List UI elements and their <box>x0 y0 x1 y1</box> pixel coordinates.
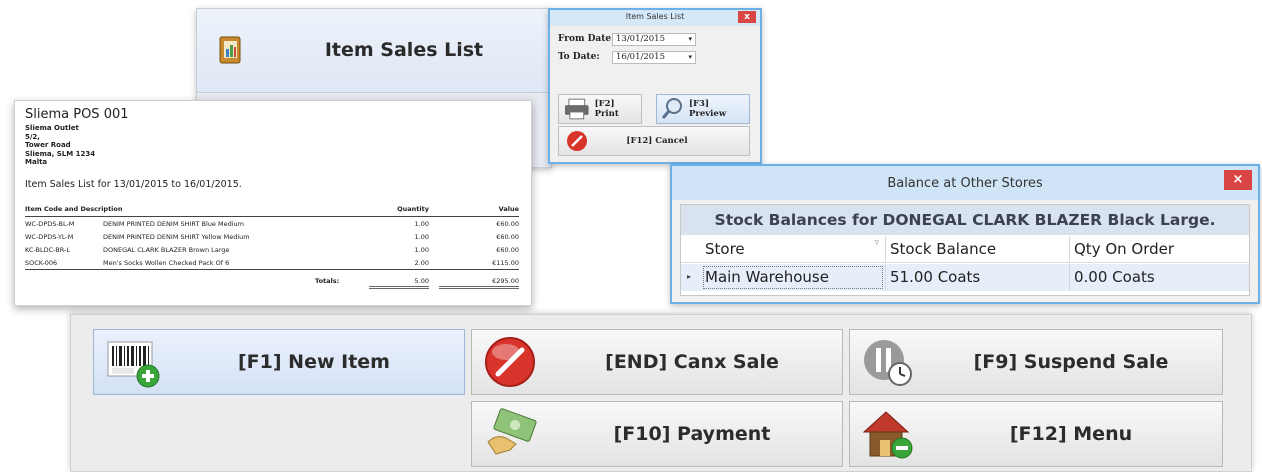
cell-on-order[interactable]: 0.00 Coats <box>1069 264 1251 291</box>
report-row: KC-BLDC-BR-L DONEGAL CLARK BLAZER Brown … <box>25 243 519 256</box>
suspend-sale-label: [F9] Suspend Sale <box>973 351 1169 373</box>
item-value: €60.00 <box>496 245 519 254</box>
item-value: €60.00 <box>496 219 519 228</box>
canx-sale-label: [END] Canx Sale <box>605 351 779 373</box>
col-value-header: Value <box>429 205 519 217</box>
suspend-sale-button[interactable]: [F9] Suspend Sale <box>849 329 1223 395</box>
canx-sale-button[interactable]: [END] Canx Sale <box>471 329 843 395</box>
print-button[interactable]: [F2] Print <box>558 94 642 124</box>
total-quantity: 5.00 <box>369 277 429 289</box>
filter-icon[interactable]: ▿ <box>874 230 879 257</box>
new-item-label: [F1] New Item <box>238 351 390 373</box>
dialog-close-button[interactable]: x <box>738 11 756 23</box>
print-label: [F2] Print <box>594 99 619 119</box>
item-qty: 2.00 <box>414 258 429 267</box>
item-sales-header[interactable]: Item Sales List <box>197 9 551 93</box>
balance-window: Balance at Other Stores × Stock Balances… <box>670 164 1260 304</box>
item-value: €115.00 <box>492 258 519 267</box>
from-date-label: From Date: <box>558 34 615 44</box>
to-date-label: To Date: <box>558 52 600 62</box>
balance-close-button[interactable]: × <box>1224 170 1252 190</box>
total-value: €295.00 <box>439 277 519 289</box>
sales-report: Sliema POS 001 Sliema Outlet 5/2, Tower … <box>14 100 532 306</box>
item-code: SOCK-006 <box>25 258 58 267</box>
item-code: KC-BLDC-BR-L <box>25 245 70 254</box>
from-date-value: 13/01/2015 <box>616 34 665 44</box>
report-address: Sliema Outlet 5/2, Tower Road Sliema, SL… <box>25 124 521 167</box>
item-value: €60.00 <box>496 232 519 241</box>
item-code: WC-DPDS-BL-M <box>25 219 75 228</box>
magnifier-icon <box>661 98 682 119</box>
report-heading: Item Sales List for 13/01/2015 to 16/01/… <box>25 178 242 190</box>
report-row: SOCK-006 Men's Socks Wollen Checked Pack… <box>25 256 519 270</box>
address-line: Sliema Outlet <box>25 124 79 132</box>
item-qty: 1.00 <box>414 245 429 254</box>
home-icon <box>862 411 913 459</box>
to-date-field[interactable]: 16/01/2015 ▾ <box>612 51 696 64</box>
report-row: WC-DPDS-YL-M DENIM PRINTED DENIM SHIRT Y… <box>25 230 519 243</box>
chevron-down-icon[interactable]: ▾ <box>688 52 692 63</box>
new-item-button[interactable]: [F1] New Item <box>93 329 465 395</box>
balance-caption: Stock Balances for DONEGAL CLARK BLAZER … <box>681 205 1249 235</box>
balance-grid: Stock Balances for DONEGAL CLARK BLAZER … <box>680 204 1250 296</box>
preview-button[interactable]: [F3] Preview <box>656 94 750 124</box>
barcode-add-icon <box>107 341 160 388</box>
address-line: Sliema, SLM 1234 <box>25 149 96 158</box>
item-code: WC-DPDS-YL-M <box>25 232 74 241</box>
cell-store[interactable]: Main Warehouse <box>701 264 885 291</box>
money-hand-icon <box>487 408 537 455</box>
item-qty: 1.00 <box>414 219 429 228</box>
cancel-icon <box>485 337 535 387</box>
address-line: 5/2, <box>25 132 40 141</box>
item-desc: Men's Socks Wollen Checked Pack Of 6 <box>103 258 230 267</box>
to-date-value: 16/01/2015 <box>616 52 665 62</box>
dialog-titlebar: Item Sales List x <box>550 10 760 26</box>
pos-button-panel: [F1] New Item [END] Canx Sale [F9] Suspe… <box>70 314 1252 472</box>
balance-titlebar: Balance at Other Stores × <box>672 166 1258 200</box>
table-row[interactable]: ▸ Main Warehouse 51.00 Coats 0.00 Coats <box>681 264 1249 291</box>
preview-label: [F3] Preview <box>688 99 727 119</box>
col-store-label: Store <box>705 240 745 258</box>
col-store-header[interactable]: Store ▿ <box>701 236 885 263</box>
cancel-label: [F12] Cancel <box>626 136 688 146</box>
pause-clock-icon <box>864 340 912 386</box>
item-desc: DENIM PRINTED DENIM SHIRT Yellow Medium <box>103 232 250 241</box>
menu-label: [F12] Menu <box>1009 423 1133 445</box>
chevron-down-icon[interactable]: ▾ <box>688 34 692 45</box>
printer-icon <box>564 98 589 120</box>
col-balance-header[interactable]: Stock Balance <box>885 236 1069 263</box>
dialog-title: Item Sales List <box>625 12 685 21</box>
cancel-button[interactable]: [F12] Cancel <box>558 126 750 156</box>
from-date-field[interactable]: 13/01/2015 ▾ <box>612 33 696 46</box>
address-line: Malta <box>25 158 48 166</box>
menu-button[interactable]: [F12] Menu <box>849 401 1223 467</box>
item-desc: DENIM PRINTED DENIM SHIRT Blue Medium <box>103 219 244 228</box>
report-store-name: Sliema POS 001 <box>25 107 129 122</box>
col-quantity-header: Quantity <box>369 205 429 217</box>
totals-label: Totals: <box>315 277 340 285</box>
col-code-header: Item Code and Description <box>25 205 369 217</box>
balance-header-row: Store ▿ Stock Balance Qty On Order <box>681 236 1249 263</box>
cancel-icon <box>567 131 587 151</box>
row-indicator-icon: ▸ <box>687 272 692 281</box>
item-sales-title: Item Sales List <box>324 39 484 61</box>
col-on-order-header[interactable]: Qty On Order <box>1069 236 1251 263</box>
report-header-row: Item Code and Description Quantity Value <box>25 205 519 217</box>
balance-title: Balance at Other Stores <box>887 176 1043 191</box>
item-desc: DONEGAL CLARK BLAZER Brown Large <box>103 245 230 254</box>
cell-balance[interactable]: 51.00 Coats <box>885 264 1069 291</box>
payment-label: [F10] Payment <box>613 423 771 445</box>
report-row: WC-DPDS-BL-M DENIM PRINTED DENIM SHIRT B… <box>25 217 519 231</box>
item-qty: 1.00 <box>414 232 429 241</box>
address-line: Tower Road <box>25 141 71 149</box>
item-sales-dialog: Item Sales List x From Date: 13/01/2015 … <box>548 8 762 164</box>
report-table: Item Code and Description Quantity Value… <box>25 205 519 270</box>
payment-button[interactable]: [F10] Payment <box>471 401 843 467</box>
